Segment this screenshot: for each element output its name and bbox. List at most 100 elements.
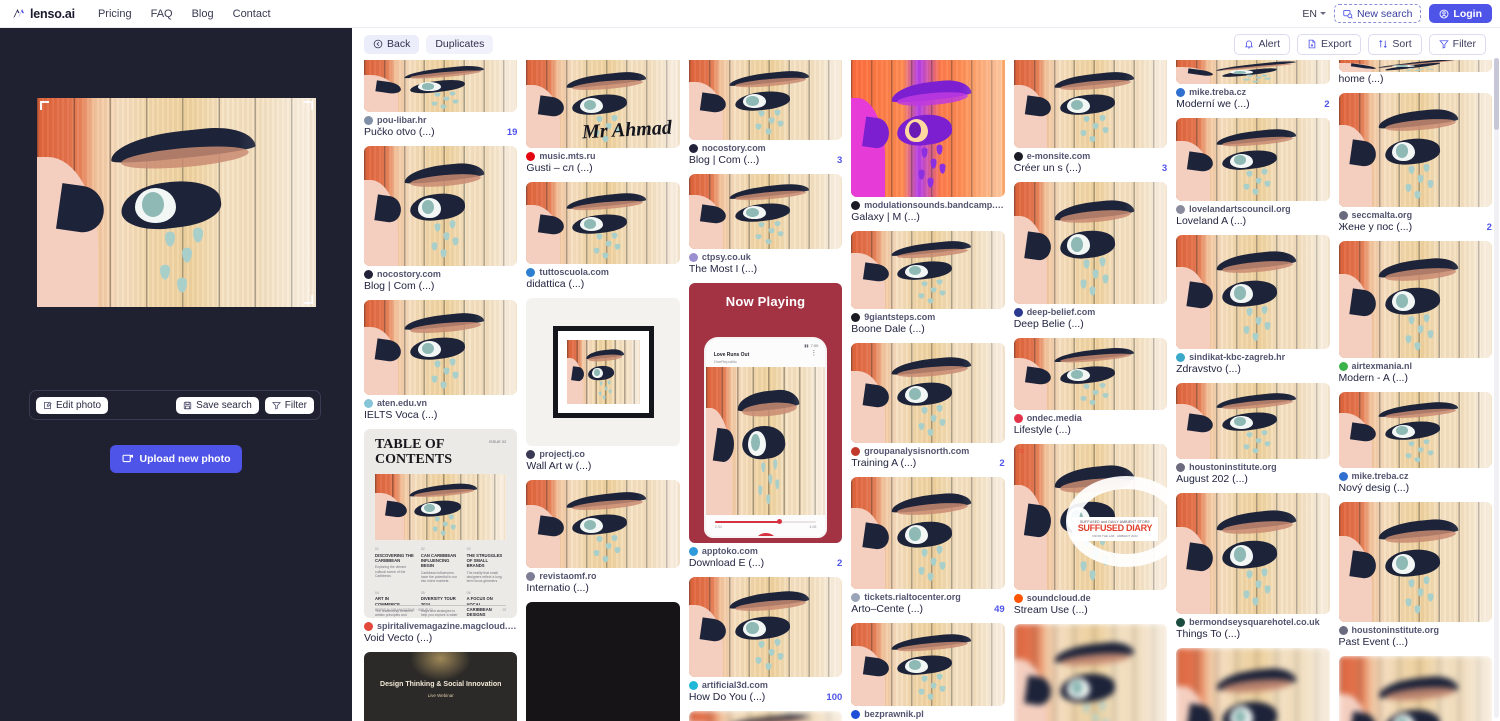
result-card[interactable]: Now Playing ▮▮ 7:00 Love Runs Out OneRepu… xyxy=(688,283,843,569)
result-card[interactable]: mike.treba.cz Moderní we (...) 2 xyxy=(1176,60,1330,110)
result-card[interactable]: revistaomf.ro Internatio (...) xyxy=(526,480,680,594)
alert-button[interactable]: Alert xyxy=(1234,33,1291,55)
result-thumbnail[interactable] xyxy=(1013,182,1168,304)
result-thumbnail[interactable] xyxy=(688,60,843,140)
result-card[interactable]: nocostory.com Blog | Com (...) xyxy=(364,146,518,292)
result-card[interactable]: houstoninstitute.org Past Event (...) xyxy=(1338,502,1492,648)
sidebar-filter-button[interactable]: Filter xyxy=(264,396,314,414)
result-thumbnail[interactable]: ISSUE 02 TABLE OF CONTENTS 01 DISCOVERING… xyxy=(364,429,518,618)
result-card[interactable] xyxy=(526,602,680,721)
export-button[interactable]: Export xyxy=(1297,33,1362,55)
result-card[interactable]: lovelandartscouncil.org Loveland A (...) xyxy=(1176,118,1330,227)
result-card[interactable]: ctpsy.co.uk The Most I (...) xyxy=(688,174,843,275)
result-card[interactable]: aten.edu.vn IELTS Voca (...) xyxy=(364,300,518,421)
result-thumbnail[interactable] xyxy=(526,182,680,264)
result-card[interactable] xyxy=(1338,656,1492,721)
save-search-button[interactable]: Save search xyxy=(176,396,259,414)
result-thumbnail[interactable] xyxy=(1338,241,1492,358)
result-thumbnail[interactable] xyxy=(1338,60,1492,72)
result-thumbnail[interactable] xyxy=(688,711,843,721)
results-filter-button[interactable]: Filter xyxy=(1428,33,1486,55)
result-card[interactable]: pou-libar.hr Pučko otvo (...) 19 xyxy=(364,60,518,138)
duplicates-button[interactable]: Duplicates xyxy=(426,34,494,54)
result-card[interactable] xyxy=(1176,648,1330,721)
language-selector[interactable]: EN xyxy=(1302,8,1326,20)
result-card[interactable]: bermondseysquarehotel.co.uk Things To (..… xyxy=(1176,493,1330,640)
result-thumbnail[interactable]: Now Playing ▮▮ 7:00 Love Runs Out OneRepu… xyxy=(688,283,843,543)
result-thumbnail[interactable]: Mr Ahmad xyxy=(526,60,680,148)
result-card[interactable]: Design Thinking & Social Innovation Live… xyxy=(364,652,518,721)
seek-bar[interactable] xyxy=(714,519,817,525)
result-card[interactable]: houstoninstitute.org August 202 (...) xyxy=(1176,383,1330,485)
nav-link-blog[interactable]: Blog xyxy=(191,6,215,22)
result-thumbnail[interactable] xyxy=(526,602,680,721)
result-card[interactable]: deep-belief.com Deep Belie (...) xyxy=(1013,182,1168,330)
result-card[interactable]: projectj.co Wall Art w (...) xyxy=(526,298,680,472)
result-thumbnail[interactable] xyxy=(688,174,843,249)
scrollbar-thumb[interactable] xyxy=(1494,58,1499,130)
result-thumbnail[interactable] xyxy=(526,298,680,446)
result-card[interactable] xyxy=(1013,624,1168,721)
nav-link-pricing[interactable]: Pricing xyxy=(97,6,133,22)
result-thumbnail[interactable] xyxy=(1338,502,1492,622)
result-thumbnail[interactable] xyxy=(1013,624,1168,721)
result-card[interactable]: sindikat-kbc-zagreb.hr Zdravstvo (...) xyxy=(1176,235,1330,375)
login-button[interactable]: Login xyxy=(1429,4,1492,23)
result-card[interactable]: home (...) xyxy=(1338,60,1492,85)
back-button[interactable]: Back xyxy=(364,34,420,54)
result-thumbnail[interactable] xyxy=(364,60,518,112)
result-thumbnail[interactable] xyxy=(851,477,1005,589)
result-source: tuttoscuola.com xyxy=(526,267,679,277)
result-thumbnail[interactable]: Design Thinking & Social Innovation Live… xyxy=(364,652,518,721)
sort-button[interactable]: Sort xyxy=(1368,33,1422,55)
new-search-button[interactable]: New search xyxy=(1333,4,1422,23)
result-card[interactable]: mike.treba.cz Nový desig (...) xyxy=(1338,392,1492,494)
result-card[interactable]: ondec.media Lifestyle (...) xyxy=(1013,338,1168,436)
result-thumbnail[interactable] xyxy=(1176,235,1330,349)
result-card[interactable]: Mr Ahmad music.mts.ru Gusti – сл (...) xyxy=(526,60,680,174)
result-card[interactable]: ISSUE 02 TABLE OF CONTENTS 01 DISCOVERING… xyxy=(364,429,518,644)
result-card[interactable]: 9giantsteps.com Boone Dale (...) xyxy=(851,231,1005,335)
favicon-icon xyxy=(526,267,536,277)
result-thumbnail[interactable] xyxy=(1338,656,1492,721)
result-thumbnail[interactable] xyxy=(364,300,518,395)
upload-new-photo-button[interactable]: Upload new photo xyxy=(110,445,242,473)
result-thumbnail[interactable] xyxy=(851,231,1005,309)
result-thumbnail[interactable] xyxy=(1176,60,1330,84)
result-card[interactable]: artificial3d.com How Do You (...) 100 xyxy=(688,577,843,703)
nav-link-faq[interactable]: FAQ xyxy=(150,6,174,22)
result-thumbnail[interactable] xyxy=(1176,648,1330,721)
result-card[interactable]: bezprawnik.plopłaty (...) xyxy=(851,623,1005,721)
result-card[interactable]: ≈ SUFFUSED and DAILY AMBIENT STORE SUFFU… xyxy=(1013,444,1168,616)
result-card[interactable]: airtexmania.nl Modern - A (...) xyxy=(1338,241,1492,384)
pause-button[interactable]: ❚❚ xyxy=(753,533,778,536)
result-thumbnail[interactable]: ≈ SUFFUSED and DAILY AMBIENT STORE SUFFU… xyxy=(1013,444,1168,590)
result-thumbnail[interactable] xyxy=(1176,118,1330,201)
result-card[interactable]: e-monsite.com Créer un s (...) 3 xyxy=(1013,60,1168,174)
result-card[interactable]: seccmalta.org Жене у пос (...) 2 xyxy=(1338,93,1492,233)
result-thumbnail[interactable] xyxy=(1013,338,1168,410)
edit-photo-button[interactable]: Edit photo xyxy=(36,396,109,414)
result-thumbnail[interactable] xyxy=(1176,383,1330,459)
brand-logo[interactable]: lenso.ai xyxy=(12,7,75,21)
result-card[interactable]: groupanalysisnorth.com Training A (...) 2 xyxy=(851,343,1005,469)
result-thumbnail[interactable] xyxy=(1013,60,1168,148)
query-photo-preview[interactable] xyxy=(37,98,316,307)
page-body: Edit photo Save search Filter Upload new… xyxy=(0,28,1500,721)
result-card[interactable]: tuttoscuola.com didattica (...) xyxy=(526,182,680,290)
result-card[interactable]: tickets.rialtocenter.org Arto–Cente (...)… xyxy=(851,477,1005,615)
result-thumbnail[interactable] xyxy=(1338,392,1492,468)
result-card[interactable]: modulationsounds.bandcamp.co... Galaxy | … xyxy=(851,60,1005,223)
result-thumbnail[interactable] xyxy=(1338,93,1492,207)
result-thumbnail[interactable] xyxy=(851,60,1005,197)
result-thumbnail[interactable] xyxy=(364,146,518,266)
result-card[interactable] xyxy=(688,711,843,721)
result-thumbnail[interactable] xyxy=(851,623,1005,706)
result-thumbnail[interactable] xyxy=(526,480,680,568)
results-scrollbar[interactable] xyxy=(1494,58,1499,718)
result-card[interactable]: nocostory.com Blog | Com (...) 3 xyxy=(688,60,843,166)
nav-link-contact[interactable]: Contact xyxy=(232,6,272,22)
result-thumbnail[interactable] xyxy=(851,343,1005,443)
result-thumbnail[interactable] xyxy=(1176,493,1330,614)
result-thumbnail[interactable] xyxy=(688,577,843,677)
